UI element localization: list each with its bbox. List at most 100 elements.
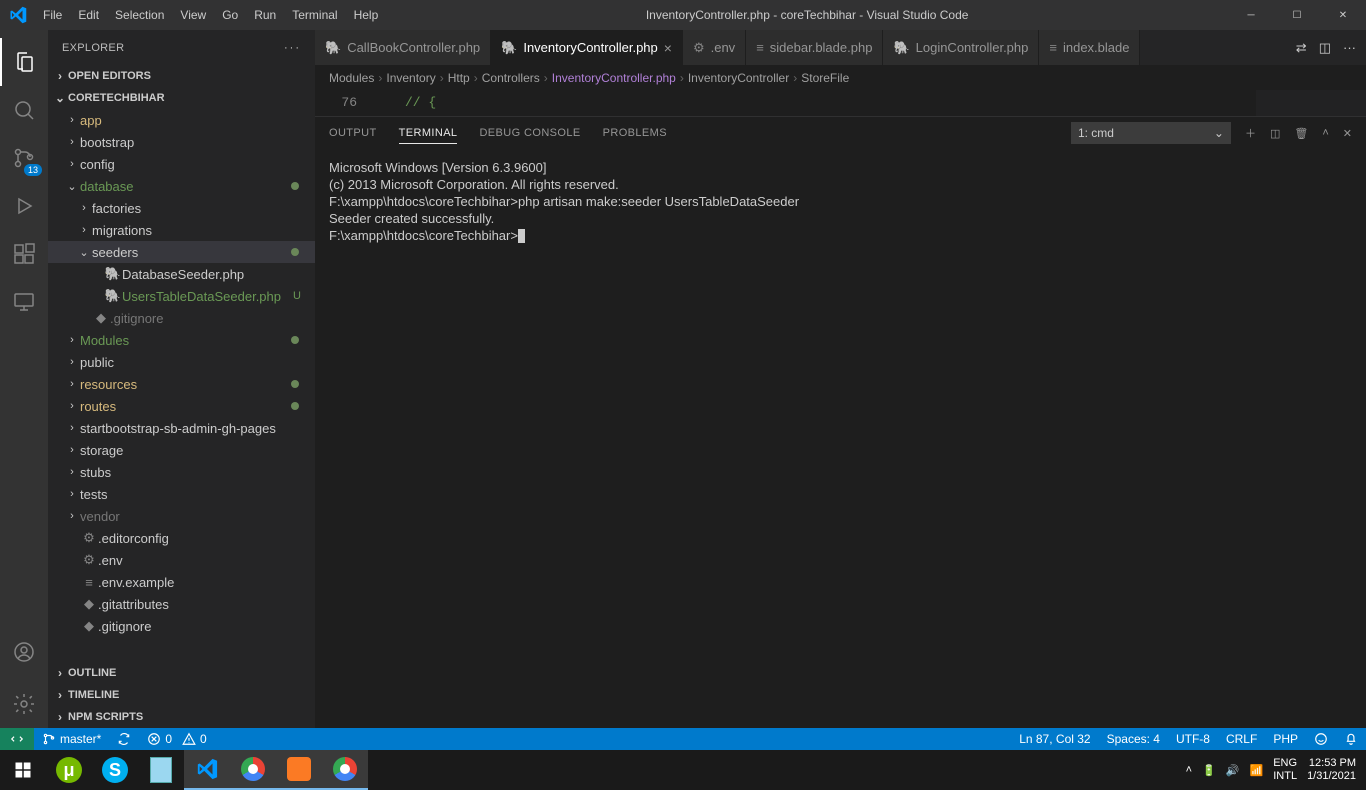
- menu-view[interactable]: View: [172, 8, 214, 22]
- terminal-output[interactable]: Microsoft Windows [Version 6.3.9600](c) …: [315, 149, 1366, 728]
- tree-item[interactable]: ›resources: [48, 373, 315, 395]
- terminal-select[interactable]: 1: cmd⌄: [1071, 122, 1231, 144]
- taskbar-chrome-icon[interactable]: [230, 750, 276, 790]
- start-button[interactable]: [0, 750, 46, 790]
- run-debug-icon[interactable]: [0, 182, 48, 230]
- more-actions-icon[interactable]: ···: [1343, 40, 1356, 55]
- editor-tab[interactable]: ≡sidebar.blade.php: [746, 30, 883, 65]
- taskbar-xampp-icon[interactable]: [276, 750, 322, 790]
- panel-tab-terminal[interactable]: TERMINAL: [399, 123, 458, 144]
- tray-network-icon[interactable]: 📶: [1250, 764, 1264, 777]
- tree-item[interactable]: ≡.env.example: [48, 571, 315, 593]
- breadcrumb-item[interactable]: Controllers: [482, 71, 540, 85]
- tray-chevron-icon[interactable]: ˄: [1186, 764, 1192, 776]
- menu-run[interactable]: Run: [246, 8, 284, 22]
- problems-indicator[interactable]: 0 0: [139, 732, 214, 746]
- breadcrumb-item[interactable]: Http: [448, 71, 470, 85]
- remote-indicator[interactable]: [0, 728, 34, 750]
- new-terminal-icon[interactable]: ＋: [1245, 125, 1256, 141]
- tray-time[interactable]: 12:53 PM: [1307, 757, 1356, 770]
- editor-tab[interactable]: 🐘CallBookController.php: [315, 30, 491, 65]
- tree-item[interactable]: ›stubs: [48, 461, 315, 483]
- git-branch[interactable]: master*: [34, 732, 109, 746]
- taskbar-chrome2-icon[interactable]: [322, 750, 368, 790]
- tree-item[interactable]: ›storage: [48, 439, 315, 461]
- editor-tab[interactable]: 🐘InventoryController.php×: [491, 30, 683, 65]
- menu-file[interactable]: File: [35, 8, 70, 22]
- eol[interactable]: CRLF: [1218, 732, 1265, 746]
- tree-item[interactable]: ⚙.editorconfig: [48, 527, 315, 549]
- tree-item[interactable]: ›app: [48, 109, 315, 131]
- close-panel-icon[interactable]: ✕: [1343, 127, 1352, 140]
- section-outline[interactable]: ›OUTLINE: [48, 662, 315, 684]
- notifications-icon[interactable]: [1336, 732, 1366, 746]
- extensions-icon[interactable]: [0, 230, 48, 278]
- tree-item[interactable]: ›migrations: [48, 219, 315, 241]
- panel-tab-output[interactable]: OUTPUT: [329, 123, 377, 143]
- breadcrumb-item[interactable]: Inventory: [386, 71, 435, 85]
- remote-explorer-icon[interactable]: [0, 278, 48, 326]
- language-mode[interactable]: PHP: [1265, 732, 1306, 746]
- sidebar-more-icon[interactable]: ···: [284, 42, 301, 54]
- section-timeline[interactable]: ›TIMELINE: [48, 684, 315, 706]
- search-icon[interactable]: [0, 86, 48, 134]
- tree-item[interactable]: ›startbootstrap-sb-admin-gh-pages: [48, 417, 315, 439]
- tree-item[interactable]: ›bootstrap: [48, 131, 315, 153]
- close-tab-icon[interactable]: ×: [664, 40, 672, 56]
- editor-tab[interactable]: 🐘LoginController.php: [883, 30, 1039, 65]
- tree-item[interactable]: ›Modules: [48, 329, 315, 351]
- menu-go[interactable]: Go: [214, 8, 246, 22]
- split-terminal-icon[interactable]: ◫: [1270, 127, 1280, 140]
- settings-gear-icon[interactable]: [0, 680, 48, 728]
- menu-edit[interactable]: Edit: [70, 8, 107, 22]
- panel-tab-problems[interactable]: PROBLEMS: [603, 123, 667, 143]
- taskbar-notepad-icon[interactable]: [138, 750, 184, 790]
- tray-lang[interactable]: ENG: [1273, 757, 1297, 770]
- tree-item[interactable]: ›factories: [48, 197, 315, 219]
- kill-terminal-icon[interactable]: 🗑: [1294, 127, 1308, 140]
- git-sync[interactable]: [109, 732, 139, 746]
- tree-item[interactable]: ⌄database: [48, 175, 315, 197]
- source-control-icon[interactable]: 13: [0, 134, 48, 182]
- tree-item[interactable]: ⌄seeders: [48, 241, 315, 263]
- encoding[interactable]: UTF-8: [1168, 732, 1218, 746]
- section-open-editors[interactable]: ›OPEN EDITORS: [48, 65, 315, 87]
- cursor-position[interactable]: Ln 87, Col 32: [1011, 732, 1098, 746]
- breadcrumb-item[interactable]: InventoryController: [688, 71, 789, 85]
- maximize-button[interactable]: ☐: [1274, 0, 1320, 30]
- tree-item[interactable]: ›vendor: [48, 505, 315, 527]
- tree-item[interactable]: ◆.gitignore: [48, 307, 315, 329]
- tree-item[interactable]: 🐘DatabaseSeeder.php: [48, 263, 315, 285]
- minimap[interactable]: [1256, 90, 1366, 116]
- explorer-icon[interactable]: [0, 38, 48, 86]
- tree-item[interactable]: ◆.gitignore: [48, 615, 315, 637]
- compare-icon[interactable]: ⇄: [1296, 40, 1307, 56]
- breadcrumb-item[interactable]: Modules: [329, 71, 374, 85]
- tray-volume-icon[interactable]: 🔊: [1226, 764, 1240, 777]
- indentation[interactable]: Spaces: 4: [1099, 732, 1168, 746]
- menu-help[interactable]: Help: [346, 8, 387, 22]
- menu-terminal[interactable]: Terminal: [284, 8, 345, 22]
- split-editor-icon[interactable]: ◫: [1319, 40, 1331, 56]
- editor-tab[interactable]: ≡index.blade: [1039, 30, 1140, 65]
- tree-item[interactable]: ◆.gitattributes: [48, 593, 315, 615]
- section-npm-scripts[interactable]: ›NPM SCRIPTS: [48, 706, 315, 728]
- close-button[interactable]: ✕: [1320, 0, 1366, 30]
- breadcrumb-item[interactable]: InventoryController.php: [552, 71, 676, 85]
- section-project[interactable]: ⌄CORETECHBIHAR: [48, 87, 315, 109]
- maximize-panel-icon[interactable]: ˄: [1322, 127, 1328, 139]
- editor-tab[interactable]: ⚙.env: [683, 30, 746, 65]
- tree-item[interactable]: ›public: [48, 351, 315, 373]
- menu-selection[interactable]: Selection: [107, 8, 172, 22]
- tree-item[interactable]: ›tests: [48, 483, 315, 505]
- tray-battery-icon[interactable]: 🔋: [1202, 764, 1216, 777]
- taskbar-utorrent-icon[interactable]: μ: [46, 750, 92, 790]
- breadcrumb-item[interactable]: StoreFile: [801, 71, 849, 85]
- tree-item[interactable]: 🐘UsersTableDataSeeder.phpU: [48, 285, 315, 307]
- taskbar-skype-icon[interactable]: S: [92, 750, 138, 790]
- panel-tab-debug-console[interactable]: DEBUG CONSOLE: [479, 123, 580, 143]
- tree-item[interactable]: ⚙.env: [48, 549, 315, 571]
- breadcrumb[interactable]: Modules›Inventory›Http›Controllers›Inven…: [315, 65, 1366, 90]
- tree-item[interactable]: ›config: [48, 153, 315, 175]
- tree-item[interactable]: ›routes: [48, 395, 315, 417]
